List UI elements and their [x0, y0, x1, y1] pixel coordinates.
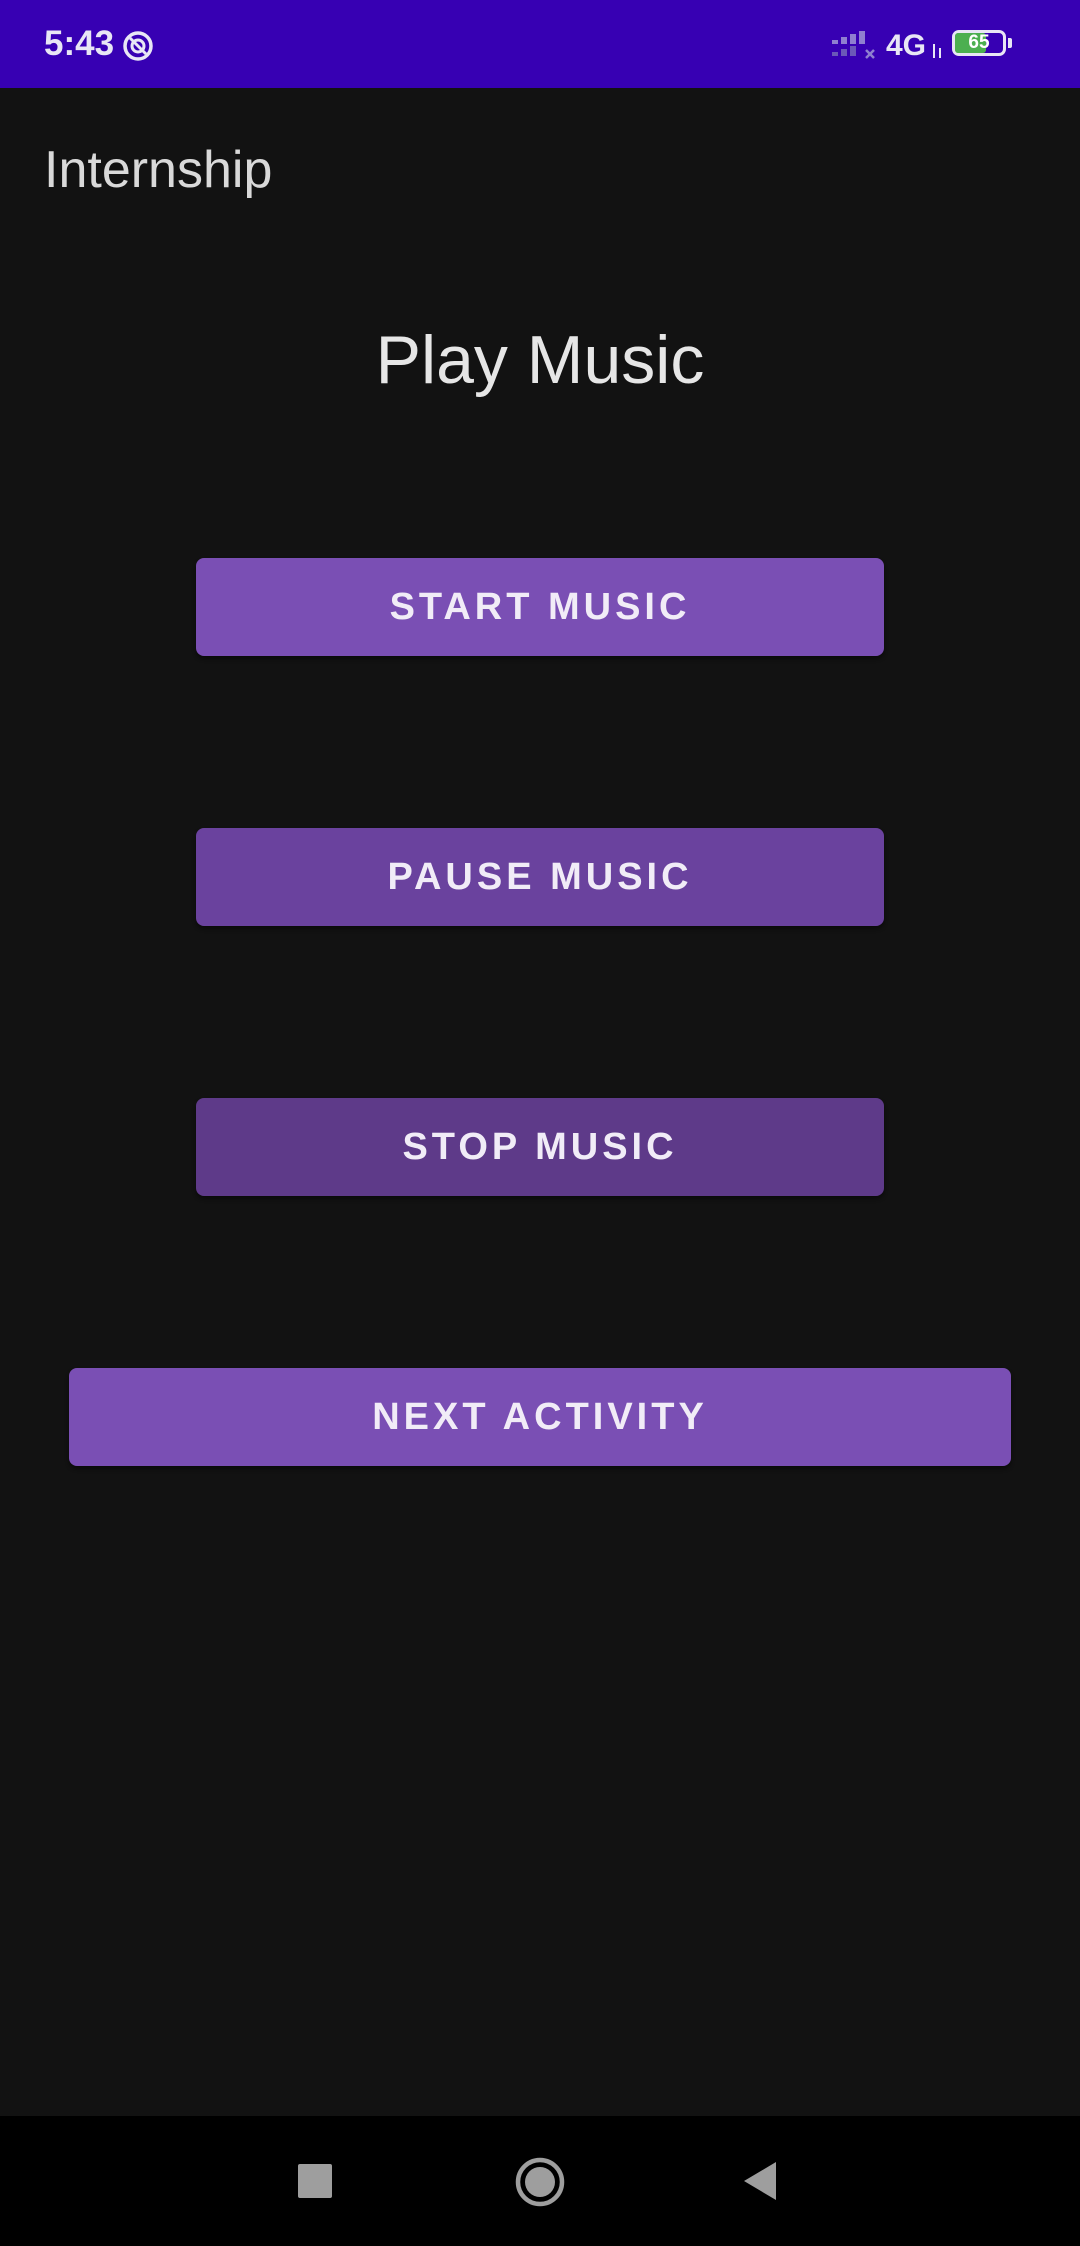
recents-icon[interactable]	[298, 2164, 332, 2198]
battery-percent: 65	[968, 32, 990, 53]
start-music-button[interactable]: START MUSIC	[196, 558, 884, 656]
battery-tip	[1008, 38, 1012, 48]
status-bar: 5:43 4G 65	[0, 0, 1080, 88]
data-arrows-icon	[933, 44, 941, 58]
navigation-bar	[0, 2116, 1080, 2246]
page-heading: Play Music	[375, 322, 705, 398]
stop-music-button[interactable]: STOP MUSIC	[196, 1098, 884, 1196]
status-time: 5:43	[44, 24, 115, 63]
signal-icon	[832, 31, 875, 59]
battery-icon: 65	[952, 30, 1012, 60]
next-activity-button[interactable]: NEXT ACTIVITY	[69, 1368, 1011, 1466]
pause-music-button[interactable]: PAUSE MUSIC	[196, 828, 884, 926]
app-bar: Internship	[0, 88, 1080, 248]
app-title: Internship	[44, 141, 273, 199]
do-not-disturb-icon	[123, 31, 153, 61]
back-icon[interactable]	[742, 2160, 778, 2202]
network-type: 4G	[886, 29, 927, 62]
screen: 5:43 4G 65 Internship Play Music START M…	[0, 0, 1080, 2246]
home-icon[interactable]	[514, 2156, 566, 2208]
